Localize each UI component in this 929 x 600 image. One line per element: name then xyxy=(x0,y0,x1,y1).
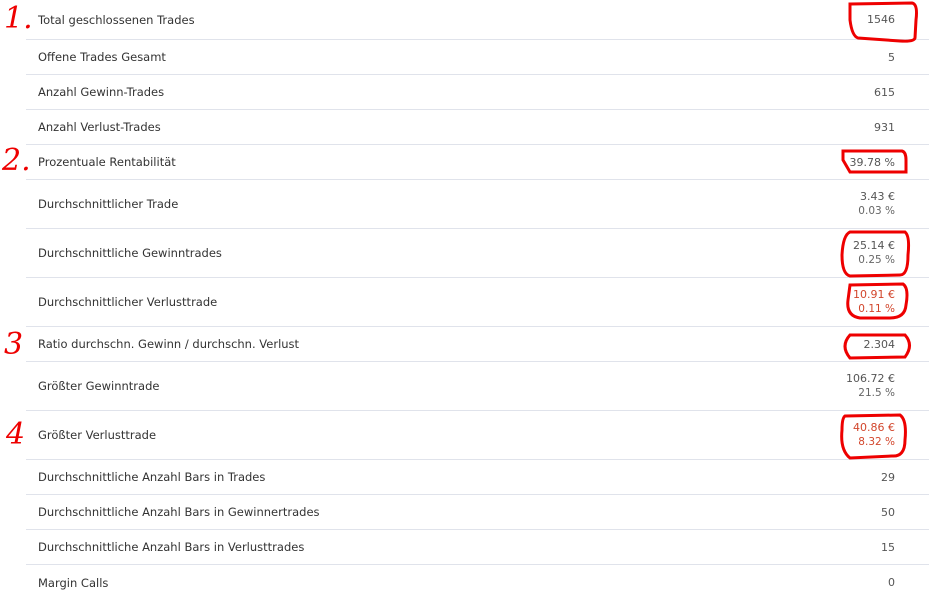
annotation-4: 4 xyxy=(6,417,26,452)
row-value: 25.14 € 0.25 % xyxy=(853,238,895,268)
value-percent: 0.11 % xyxy=(858,303,895,315)
value-primary: 10.91 € xyxy=(853,288,895,301)
row-value: 29 xyxy=(881,470,895,485)
row-value: 40.86 € 8.32 % xyxy=(853,420,895,450)
row-label: Prozentuale Rentabilität xyxy=(38,155,176,169)
row-label: Ratio durchschn. Gewinn / durchschn. Ver… xyxy=(38,337,300,351)
value-primary: 29 xyxy=(881,470,895,484)
row-value: 2.304 xyxy=(864,337,896,352)
value-percent: 0.03 % xyxy=(858,205,895,217)
value-primary: 15 xyxy=(881,540,895,554)
row-label: Anzahl Verlust-Trades xyxy=(38,120,161,134)
table-row: Größter Verlusttrade 40.86 € 8.32 % xyxy=(26,411,929,460)
row-label: Anzahl Gewinn-Trades xyxy=(38,85,165,99)
table-row: Total geschlossenen Trades 1546 xyxy=(26,0,929,40)
row-label: Total geschlossenen Trades xyxy=(38,12,195,27)
row-value: 3.43 € 0.03 % xyxy=(858,189,895,219)
value-percent: 8.32 % xyxy=(858,436,895,448)
row-label: Durchschnittliche Anzahl Bars in Gewinne… xyxy=(38,505,320,519)
row-label: Durchschnittlicher Trade xyxy=(38,197,179,211)
table-row: Größter Gewinntrade 106.72 € 21.5 % xyxy=(26,362,929,411)
annotation-1: 1. xyxy=(4,1,33,36)
table-row: Ratio durchschn. Gewinn / durchschn. Ver… xyxy=(26,327,929,362)
table-row: Prozentuale Rentabilität 39.78 % xyxy=(26,145,929,180)
value-primary: 25.14 € xyxy=(853,239,895,252)
row-value: 50 xyxy=(881,505,895,520)
row-value: 615 xyxy=(874,85,895,100)
row-value: 931 xyxy=(874,120,895,135)
row-value: 1546 xyxy=(867,12,895,27)
annotation-2: 2. xyxy=(2,143,31,178)
row-label: Durchschnittlicher Verlusttrade xyxy=(38,295,218,309)
table-row: Durchschnittliche Anzahl Bars in Verlust… xyxy=(26,530,929,565)
table-row: Margin Calls 0 xyxy=(26,565,929,600)
value-percent: 21.5 % xyxy=(858,387,895,399)
value-primary: 40.86 € xyxy=(853,421,895,434)
row-value: 10.91 € 0.11 % xyxy=(853,287,895,317)
row-label: Durchschnittliche Anzahl Bars in Trades xyxy=(38,470,266,484)
table-row: Anzahl Gewinn-Trades 615 xyxy=(26,75,929,110)
value-primary: 3.43 € xyxy=(860,190,895,203)
value-primary: 2.304 xyxy=(863,337,896,351)
value-primary: 5 xyxy=(888,50,895,64)
annotation-3: 3 xyxy=(4,327,24,362)
row-label: Margin Calls xyxy=(38,575,109,590)
row-label: Offene Trades Gesamt xyxy=(38,50,166,64)
value-primary: 0 xyxy=(888,576,895,589)
row-value: 5 xyxy=(888,50,895,65)
row-value: 39.78 % xyxy=(850,155,895,170)
value-primary: 1546 xyxy=(867,13,895,26)
value-primary: 615 xyxy=(874,85,895,99)
table-row: Offene Trades Gesamt 5 xyxy=(26,40,929,75)
table-row: Durchschnittliche Gewinntrades 25.14 € 0.2… xyxy=(26,229,929,278)
statistics-table: Total geschlossenen Trades 1546 Offene Tra… xyxy=(26,0,929,600)
table-row: Durchschnittlicher Trade 3.43 € 0.03 % xyxy=(26,180,929,229)
value-primary: 106.72 € xyxy=(846,372,895,385)
row-value: 106.72 € 21.5 % xyxy=(846,371,895,401)
value-primary: 931 xyxy=(874,120,895,134)
value-percent: 0.25 % xyxy=(858,254,895,266)
table-row: Durchschnittliche Anzahl Bars in Gewinne… xyxy=(26,495,929,530)
table-row: Durchschnittliche Anzahl Bars in Trades 2… xyxy=(26,460,929,495)
value-primary: 50 xyxy=(881,505,895,519)
row-label: Durchschnittliche Gewinntrades xyxy=(38,246,222,260)
table-row: Durchschnittlicher Verlusttrade 10.91 € 0.… xyxy=(26,278,929,327)
row-label: Größter Gewinntrade xyxy=(38,379,160,393)
row-label: Durchschnittliche Anzahl Bars in Verlust… xyxy=(38,540,305,554)
row-label: Größter Verlusttrade xyxy=(38,428,157,442)
row-value: 15 xyxy=(881,540,895,555)
row-value: 0 xyxy=(888,575,895,590)
table-row: Anzahl Verlust-Trades 931 xyxy=(26,110,929,145)
value-primary: 39.78 % xyxy=(849,155,895,169)
